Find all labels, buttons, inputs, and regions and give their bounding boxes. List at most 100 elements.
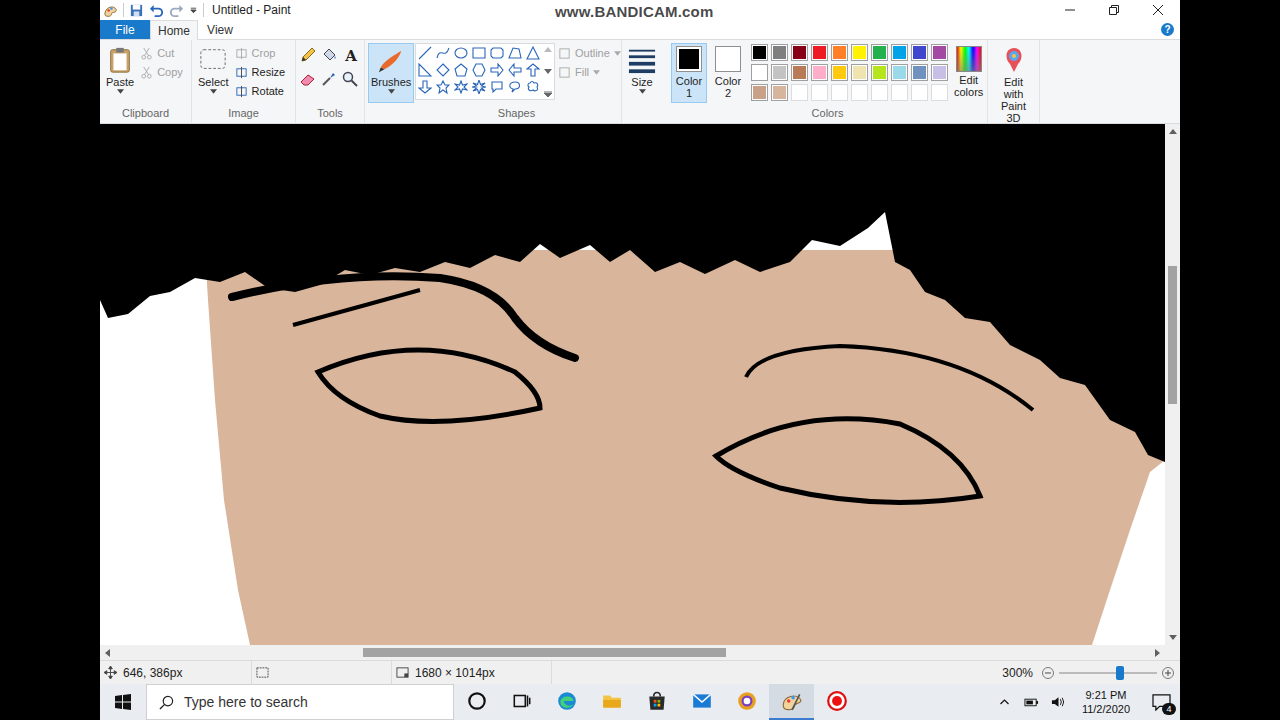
select-button[interactable]: Select: [195, 43, 232, 103]
palette-color[interactable]: [831, 64, 848, 81]
color-picker-icon[interactable]: [321, 71, 337, 87]
close-button[interactable]: [1136, 0, 1180, 20]
shape-icon[interactable]: [490, 63, 504, 77]
shape-icon[interactable]: [454, 63, 468, 77]
help-button[interactable]: ?: [1161, 23, 1174, 36]
shape-icon[interactable]: [472, 63, 486, 77]
palette-color[interactable]: [811, 64, 828, 81]
taskbar-app[interactable]: [454, 684, 499, 720]
palette-color[interactable]: [931, 64, 948, 81]
shape-icon[interactable]: [508, 46, 522, 60]
palette-color[interactable]: [771, 44, 788, 61]
shape-icon[interactable]: [472, 80, 486, 94]
shape-icon[interactable]: [472, 46, 486, 60]
edit-colors-button[interactable]: Edit colors: [951, 43, 986, 103]
color-slot[interactable]: Color 2: [710, 43, 746, 103]
paste-button[interactable]: Paste: [103, 43, 137, 103]
palette-color[interactable]: [891, 44, 908, 61]
scroll-thumb[interactable]: [363, 648, 726, 657]
clock[interactable]: 9:21 PM11/2/2020: [1078, 688, 1134, 716]
show-hidden-icons-icon[interactable]: [997, 696, 1012, 708]
zoom-out-icon[interactable]: [1042, 667, 1054, 679]
undo-icon[interactable]: [149, 3, 164, 18]
search-box[interactable]: Type here to search: [146, 684, 454, 720]
taskbar-app[interactable]: [499, 684, 544, 720]
fill-bucket-icon[interactable]: [321, 47, 337, 63]
image-action[interactable]: Resize: [235, 63, 286, 81]
shape-icon[interactable]: [508, 63, 522, 77]
shape-icon[interactable]: [454, 46, 468, 60]
taskbar-app[interactable]: [724, 684, 769, 720]
scroll-up-icon[interactable]: [1169, 127, 1177, 135]
drawing-canvas[interactable]: [100, 124, 1165, 645]
taskbar-app[interactable]: [589, 684, 634, 720]
image-action[interactable]: Rotate: [235, 82, 286, 100]
zoom-in-icon[interactable]: [1162, 667, 1174, 679]
image-action[interactable]: Crop: [235, 44, 286, 62]
customize-dropdown-icon[interactable]: [189, 1, 198, 19]
pencil-icon[interactable]: [300, 47, 316, 63]
palette-color[interactable]: [791, 44, 808, 61]
shape-icon[interactable]: [490, 46, 504, 60]
redo-icon[interactable]: [169, 3, 184, 18]
palette-color[interactable]: [771, 64, 788, 81]
edit-with-paint3d-button[interactable]: Edit with Paint 3D: [991, 43, 1036, 127]
palette-color[interactable]: [891, 64, 908, 81]
eraser-icon[interactable]: [300, 71, 316, 87]
palette-color[interactable]: [791, 64, 808, 81]
palette-color[interactable]: [771, 84, 788, 101]
clipboard-action[interactable]: Cut: [140, 44, 183, 62]
scroll-up-icon[interactable]: [544, 46, 552, 52]
slider-knob[interactable]: [1116, 666, 1124, 680]
paint-app-icon[interactable]: [103, 3, 118, 18]
taskbar-app[interactable]: [544, 684, 589, 720]
size-button[interactable]: Size: [625, 43, 659, 103]
palette-color[interactable]: [851, 44, 868, 61]
shape-icon[interactable]: [436, 63, 450, 77]
palette-color[interactable]: [811, 44, 828, 61]
palette-color[interactable]: [751, 44, 768, 61]
color-slot[interactable]: Color 1: [671, 43, 707, 103]
restore-button[interactable]: [1092, 0, 1136, 20]
shape-icon[interactable]: [526, 63, 540, 77]
zoom-slider[interactable]: [1059, 666, 1157, 680]
minimize-button[interactable]: [1048, 0, 1092, 20]
scroll-right-icon[interactable]: [1154, 649, 1162, 657]
palette-color[interactable]: [751, 64, 768, 81]
battery-icon[interactable]: [1024, 696, 1039, 708]
start-button[interactable]: [100, 684, 146, 720]
shape-icon[interactable]: [490, 80, 504, 94]
scroll-left-icon[interactable]: [103, 649, 111, 657]
text-tool[interactable]: A: [342, 47, 360, 65]
shape-icon[interactable]: [436, 80, 450, 94]
shape-icon[interactable]: [436, 46, 450, 60]
shape-icon[interactable]: [526, 80, 540, 94]
shape-option[interactable]: Outline: [558, 44, 621, 62]
taskbar-app[interactable]: [814, 684, 859, 720]
clipboard-action[interactable]: Copy: [140, 63, 183, 81]
brushes-button[interactable]: Brushes: [368, 43, 414, 103]
palette-color[interactable]: [931, 44, 948, 61]
shape-icon[interactable]: [418, 80, 432, 94]
scroll-thumb[interactable]: [1168, 266, 1177, 404]
palette-color[interactable]: [911, 64, 928, 81]
taskbar-app[interactable]: [769, 684, 814, 720]
expand-icon[interactable]: [544, 91, 552, 97]
palette-color[interactable]: [851, 64, 868, 81]
shape-icon[interactable]: [418, 63, 432, 77]
shape-icon[interactable]: [508, 80, 522, 94]
palette-color[interactable]: [871, 44, 888, 61]
scroll-down-icon[interactable]: [544, 69, 552, 75]
shape-option[interactable]: Fill: [558, 63, 621, 81]
palette-color[interactable]: [831, 44, 848, 61]
palette-color[interactable]: [871, 64, 888, 81]
magnifier-icon[interactable]: [342, 71, 358, 87]
palette-color[interactable]: [911, 44, 928, 61]
taskbar-app[interactable]: [634, 684, 679, 720]
shape-icon[interactable]: [454, 80, 468, 94]
taskbar-app[interactable]: [679, 684, 724, 720]
action-center-button[interactable]: 4: [1146, 687, 1176, 717]
volume-icon[interactable]: [1051, 696, 1066, 708]
save-icon[interactable]: [129, 3, 144, 18]
scroll-down-icon[interactable]: [1169, 634, 1177, 642]
